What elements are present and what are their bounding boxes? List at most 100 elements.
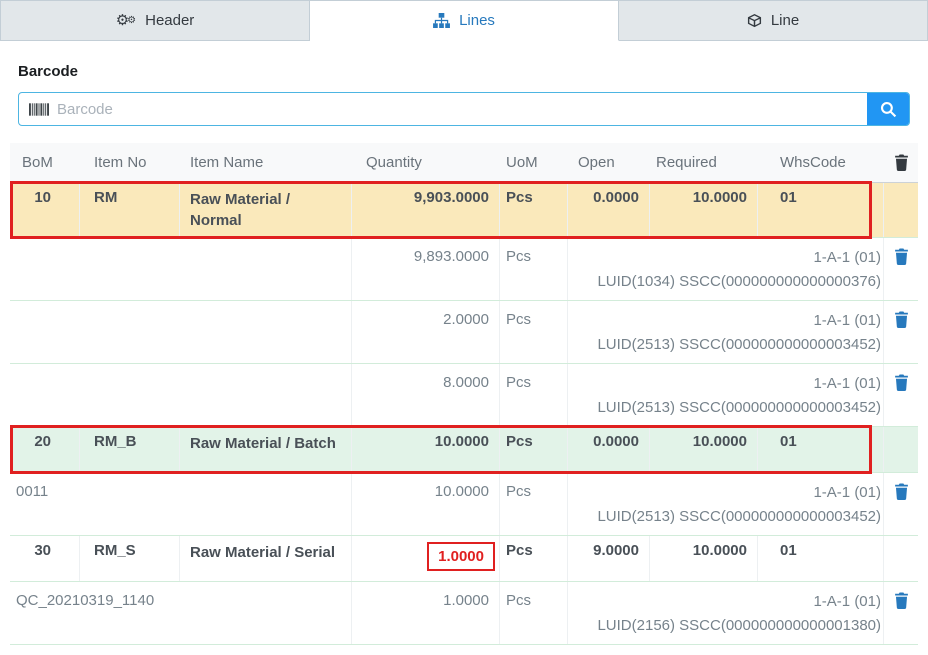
cell-required: 10.0000 <box>650 427 758 472</box>
cell-quantity: 1.0000 <box>352 582 500 644</box>
cell-actions <box>884 427 918 472</box>
cell-itemno: RM_B <box>80 427 180 472</box>
cell-uom: Pcs <box>500 238 568 300</box>
col-header-quantity: Quantity <box>352 154 500 171</box>
cell-itemname: Raw Material / Batch <box>180 427 352 472</box>
search-icon <box>880 101 897 118</box>
delete-row-button[interactable] <box>894 311 909 328</box>
cell-quantity: 8.0000 <box>352 364 500 426</box>
lines-table: BoM Item No Item Name Quantity UoM Open … <box>10 143 918 645</box>
cell-whscode: 01 <box>758 427 884 472</box>
cell-actions <box>884 183 918 237</box>
tab-bar: ⚙⚙ Header Lines Line <box>0 0 928 41</box>
bin-location: 1-A-1 (01) <box>576 481 881 505</box>
cell-quantity: 9,903.0000 <box>352 183 500 237</box>
col-header-uom: UoM <box>500 154 568 171</box>
trash-icon <box>894 597 909 612</box>
cell-uom: Pcs <box>500 301 568 363</box>
col-header-whscode: WhsCode <box>758 154 884 171</box>
table-subrow: 8.0000 Pcs 1-A-1 (01) LUID(2513) SSCC(00… <box>10 364 918 427</box>
col-header-bom: BoM <box>10 154 80 171</box>
barcode-icon <box>19 93 57 125</box>
barcode-input-group <box>18 92 910 126</box>
col-header-itemno: Item No <box>80 154 180 171</box>
luid-sscc: LUID(2513) SSCC(000000000000003452) <box>576 396 881 420</box>
cell-open: 9.0000 <box>568 536 650 581</box>
cell-reference <box>10 238 352 300</box>
cell-open: 0.0000 <box>568 427 650 472</box>
table-subrow: QC_20210319_1140 1.0000 Pcs 1-A-1 (01) L… <box>10 582 918 645</box>
cell-reference <box>10 301 352 363</box>
table-row[interactable]: 10 RM Raw Material / Normal 9,903.0000 P… <box>10 183 918 238</box>
tab-lines[interactable]: Lines <box>310 1 619 41</box>
cell-required: 10.0000 <box>650 183 758 237</box>
quantity-alert: 1.0000 <box>427 542 495 571</box>
cell-itemname: Raw Material / Normal <box>180 183 352 237</box>
tab-label: Lines <box>459 12 495 29</box>
delete-row-button[interactable] <box>894 592 909 609</box>
cell-bin-luid: 1-A-1 (01) LUID(2513) SSCC(0000000000000… <box>568 364 884 426</box>
col-header-open: Open <box>568 154 650 171</box>
cell-whscode: 01 <box>758 183 884 237</box>
table-row[interactable]: 20 RM_B Raw Material / Batch 10.0000 Pcs… <box>10 427 918 473</box>
cell-reference: 0011 <box>10 473 352 535</box>
cell-quantity: 2.0000 <box>352 301 500 363</box>
delete-all-button[interactable] <box>894 154 909 171</box>
col-header-itemname: Item Name <box>180 154 352 171</box>
luid-sscc: LUID(2513) SSCC(000000000000003452) <box>576 505 881 529</box>
cell-quantity: 10.0000 <box>352 427 500 472</box>
cell-bin-luid: 1-A-1 (01) LUID(2513) SSCC(0000000000000… <box>568 301 884 363</box>
luid-sscc: LUID(1034) SSCC(000000000000000376) <box>576 270 881 294</box>
cell-whscode: 01 <box>758 536 884 581</box>
delete-row-button[interactable] <box>894 248 909 265</box>
bin-location: 1-A-1 (01) <box>576 590 881 614</box>
bin-location: 1-A-1 (01) <box>576 372 881 396</box>
cell-quantity: 9,893.0000 <box>352 238 500 300</box>
bin-location: 1-A-1 (01) <box>576 309 881 333</box>
table-subrow: 2.0000 Pcs 1-A-1 (01) LUID(2513) SSCC(00… <box>10 301 918 364</box>
barcode-search-button[interactable] <box>867 93 909 125</box>
cell-bom: 30 <box>10 536 80 581</box>
cell-uom: Pcs <box>500 582 568 644</box>
cell-required: 10.0000 <box>650 536 758 581</box>
trash-icon <box>894 253 909 268</box>
tab-label: Line <box>771 12 799 29</box>
cell-open: 0.0000 <box>568 183 650 237</box>
cell-bom: 10 <box>10 183 80 237</box>
table-row[interactable]: 30 RM_S Raw Material / Serial 1.0000 Pcs… <box>10 536 918 582</box>
cell-reference: QC_20210319_1140 <box>10 582 352 644</box>
cell-bin-luid: 1-A-1 (01) LUID(2513) SSCC(0000000000000… <box>568 473 884 535</box>
cell-itemname: Raw Material / Serial <box>180 536 352 581</box>
delete-row-button[interactable] <box>894 374 909 391</box>
tab-header[interactable]: ⚙⚙ Header <box>0 1 310 40</box>
cell-itemno: RM <box>80 183 180 237</box>
cell-bom: 20 <box>10 427 80 472</box>
trash-icon <box>894 379 909 394</box>
cell-uom: Pcs <box>500 183 568 237</box>
cell-uom: Pcs <box>500 427 568 472</box>
table-subrow: 0011 10.0000 Pcs 1-A-1 (01) LUID(2513) S… <box>10 473 918 536</box>
cell-bin-luid: 1-A-1 (01) LUID(1034) SSCC(0000000000000… <box>568 238 884 300</box>
cell-uom: Pcs <box>500 364 568 426</box>
trash-icon <box>894 488 909 503</box>
cell-quantity: 10.0000 <box>352 473 500 535</box>
cell-bin-luid: 1-A-1 (01) LUID(2156) SSCC(0000000000000… <box>568 582 884 644</box>
col-header-required: Required <box>650 154 758 171</box>
luid-sscc: LUID(2156) SSCC(000000000000001380) <box>576 614 881 638</box>
trash-icon <box>894 154 909 171</box>
tab-line[interactable]: Line <box>619 1 928 40</box>
cogs-icon: ⚙⚙ <box>116 13 136 28</box>
delete-row-button[interactable] <box>894 483 909 500</box>
barcode-input[interactable] <box>57 93 867 125</box>
barcode-label: Barcode <box>18 63 910 80</box>
cell-quantity: 1.0000 <box>352 536 500 581</box>
bin-location: 1-A-1 (01) <box>576 246 881 270</box>
cell-actions <box>884 536 918 581</box>
cell-itemno: RM_S <box>80 536 180 581</box>
table-header-row: BoM Item No Item Name Quantity UoM Open … <box>10 143 918 183</box>
trash-icon <box>894 316 909 331</box>
sitemap-icon <box>433 13 450 28</box>
table-subrow: 9,893.0000 Pcs 1-A-1 (01) LUID(1034) SSC… <box>10 238 918 301</box>
cell-uom: Pcs <box>500 473 568 535</box>
cube-icon <box>747 13 762 28</box>
